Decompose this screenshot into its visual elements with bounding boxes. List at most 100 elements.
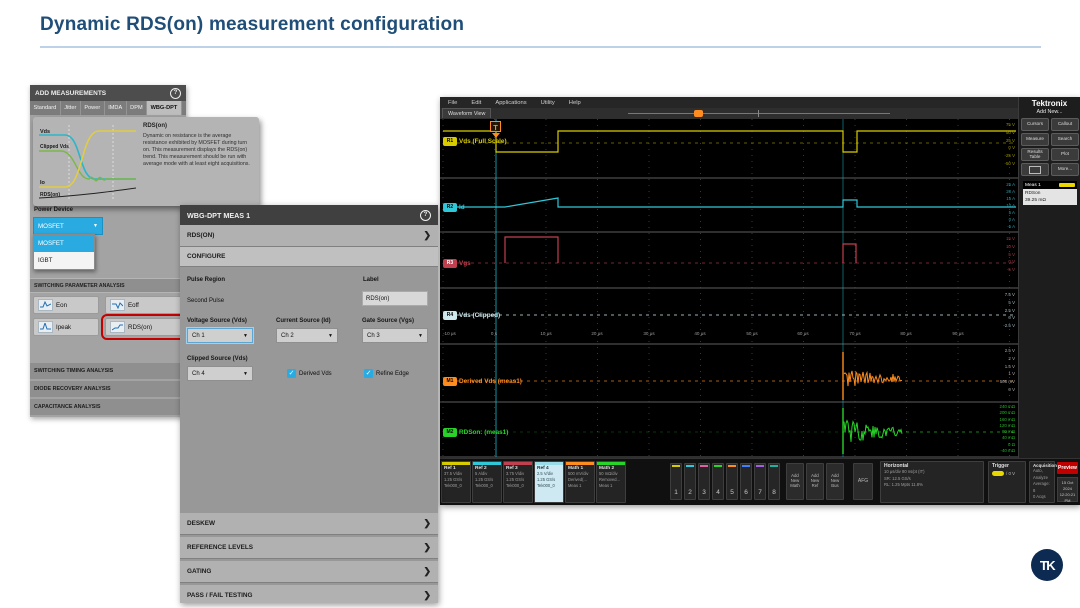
derived-vds-checkbox-row: ✓ Derived Vds: [287, 369, 332, 378]
channel-color-stripe: [756, 465, 764, 467]
rdson-button[interactable]: RDS(on): [105, 318, 182, 336]
trace-rdson-burst[interactable]: [844, 421, 902, 442]
channel-5-button[interactable]: 5: [726, 463, 738, 500]
switching-timing-analysis-section[interactable]: SWITCHING TIMING ANALYSIS: [30, 363, 186, 381]
channel-badge-icon[interactable]: R4: [443, 311, 457, 320]
channel-6-button[interactable]: 6: [740, 463, 752, 500]
measurement-result-badge[interactable]: Meas 1 RDSon 39.25 mΩ: [1023, 181, 1077, 205]
trigger-badge[interactable]: Trigger / 0 V: [988, 461, 1026, 503]
gating-section-row[interactable]: GATING❯: [180, 561, 438, 583]
waveform-display[interactable]: T R1 Vds (Full Scale) R2 Id R3 Vgs R4 Vd…: [440, 119, 1018, 458]
math1-badge[interactable]: Math 1 500 mV/div Derived(... Meas 1: [565, 461, 595, 503]
channel-badge-icon[interactable]: R1: [443, 137, 457, 146]
channel-label-r1[interactable]: R1 Vds (Full Scale): [443, 136, 507, 146]
more-button[interactable]: More...: [1051, 163, 1079, 176]
refine-edge-checkbox[interactable]: ✓: [364, 369, 373, 378]
pulse-region-value[interactable]: Second Pulse: [187, 298, 224, 304]
option-igbt[interactable]: IGBT: [34, 252, 94, 269]
channel-label-m1[interactable]: M1 Derived Vds (meas1): [443, 376, 522, 386]
help-icon[interactable]: ?: [170, 88, 181, 99]
acquisition-badge[interactable]: Acquisition Auto, Analyze Average: 8 0 A…: [1029, 461, 1055, 503]
search-button[interactable]: Search: [1051, 133, 1079, 146]
trace-vgs-pulse1[interactable]: [505, 237, 558, 263]
menu-utility[interactable]: Utility: [541, 100, 555, 106]
channel-7-button[interactable]: 7: [754, 463, 766, 500]
rdson-diagram: Vds Clipped Vds Io RDS(on): [37, 121, 139, 202]
tab-jitter[interactable]: Jitter: [61, 101, 81, 115]
current-source-select[interactable]: Ch 2▼: [276, 328, 338, 343]
horizontal-badge[interactable]: Horizontal 10 μs/div 80 ns/pt (IT) SR: 1…: [880, 461, 984, 503]
rdson-section-row[interactable]: RDS(ON) ❯: [180, 225, 438, 247]
tab-standard[interactable]: Standard: [30, 101, 61, 115]
menu-applications[interactable]: Applications: [495, 100, 526, 106]
help-icon[interactable]: ?: [420, 210, 431, 221]
results-table-button[interactable]: Results Table: [1021, 148, 1049, 161]
afg-button[interactable]: AFG: [853, 463, 873, 500]
channel-3-button[interactable]: 3: [698, 463, 710, 500]
menu-file[interactable]: File: [448, 100, 457, 106]
channel-badge-icon[interactable]: R3: [443, 259, 457, 268]
measure-button[interactable]: Measure: [1021, 133, 1049, 146]
time-tick-label: 0 s: [491, 331, 497, 336]
math2-badge[interactable]: Math 2 50 mΩ/div Removed... Meas 1: [596, 461, 626, 503]
waveform-view-tab[interactable]: Waveform View: [442, 108, 491, 118]
trace-vds-full-scale[interactable]: [443, 131, 1016, 152]
draw-box-button[interactable]: [1021, 163, 1049, 176]
tab-wbg-dpt[interactable]: WBG-DPT: [147, 101, 182, 115]
add-new-math-button[interactable]: Add New Math: [786, 463, 804, 500]
channel-badge-icon[interactable]: R2: [443, 203, 457, 212]
pass-fail-testing-section-row[interactable]: PASS / FAIL TESTING❯: [180, 585, 438, 603]
eon-waveform-icon: [38, 299, 53, 311]
horizontal-position-slider[interactable]: [694, 110, 703, 117]
capacitance-analysis-section[interactable]: CAPACITANCE ANALYSIS: [30, 399, 186, 417]
configure-section-row[interactable]: CONFIGURE: [180, 247, 438, 267]
callout-button[interactable]: Callout: [1051, 118, 1079, 131]
tab-power[interactable]: Power: [81, 101, 105, 115]
eoff-button[interactable]: Eoff: [105, 296, 182, 314]
trigger-flag[interactable]: T: [490, 121, 501, 132]
plot-button[interactable]: Plot: [1051, 148, 1079, 161]
option-mosfet[interactable]: MOSFET: [34, 235, 94, 252]
horizontal-position-track[interactable]: [628, 113, 890, 114]
channel-1-button[interactable]: 1: [670, 463, 682, 500]
trace-id[interactable]: [443, 198, 1016, 207]
rdson-info-description: Dynamic on resistance is the average res…: [143, 133, 255, 167]
trace-derived-vds-burst[interactable]: [844, 371, 902, 386]
menu-help[interactable]: Help: [569, 100, 581, 106]
add-new-ref-button[interactable]: Add New Ref: [806, 463, 824, 500]
deskew-section-row[interactable]: DESKEW❯: [180, 513, 438, 535]
channel-8-button[interactable]: 8: [768, 463, 780, 500]
menu-edit[interactable]: Edit: [471, 100, 481, 106]
channel-label-r4[interactable]: R4 Vds (Clipped): [443, 310, 500, 320]
channel-badge-icon[interactable]: M2: [443, 428, 457, 437]
channel-label-r3[interactable]: R3 Vgs: [443, 258, 471, 268]
ref3-badge[interactable]: Ref 3 3.75 V/div 1.25 GS/s Tek000_0: [503, 461, 533, 503]
clipped-source-select[interactable]: Ch 4▼: [187, 366, 253, 381]
channel-label-r2[interactable]: R2 Id: [443, 202, 465, 212]
tab-imda[interactable]: IMDA: [105, 101, 127, 115]
ref4-badge[interactable]: Ref 4 2.5 V/div 1.25 GS/s Tek000_0: [534, 461, 564, 503]
switching-parameter-header[interactable]: SWITCHING PARAMETER ANALYSIS: [30, 278, 186, 293]
reference-levels-section-row[interactable]: REFERENCE LEVELS❯: [180, 537, 438, 559]
tab-dpm[interactable]: DPM: [127, 101, 147, 115]
channel-4-button[interactable]: 4: [712, 463, 724, 500]
gate-source-select[interactable]: Ch 3▼: [362, 328, 428, 343]
scale-vds-clipped: 7.5 V 5 V 2.5 V 0 V -2.5 V: [1003, 291, 1015, 330]
ref2-badge[interactable]: Ref 2 5 A/div 1.25 GS/s Tek000_0: [472, 461, 502, 503]
add-new-bus-button[interactable]: Add New Bus: [826, 463, 844, 500]
derived-vds-checkbox[interactable]: ✓: [287, 369, 296, 378]
channel-2-button[interactable]: 2: [684, 463, 696, 500]
trace-vgs-pulse2[interactable]: [843, 244, 856, 263]
ref1-badge[interactable]: Ref 1 37.5 V/div 1.25 GS/s Tek000_0: [441, 461, 471, 503]
diode-recovery-analysis-section[interactable]: DIODE RECOVERY ANALYSIS: [30, 381, 186, 399]
power-device-dropdown[interactable]: MOSFET ▼: [33, 217, 103, 235]
meas-waveform-stripe-icon: [1059, 183, 1075, 187]
ipeak-button[interactable]: Ipeak: [33, 318, 99, 336]
channel-label-m2[interactable]: M2 RDSon: (meas1): [443, 427, 508, 437]
eon-button[interactable]: Eon: [33, 296, 99, 314]
channel-badge-icon[interactable]: M1: [443, 377, 457, 386]
label-input[interactable]: RDS(on): [362, 291, 428, 306]
voltage-source-select[interactable]: Ch 1▼: [187, 328, 253, 343]
cursors-button[interactable]: Cursors: [1021, 118, 1049, 131]
preview-button[interactable]: Preview: [1057, 462, 1078, 474]
